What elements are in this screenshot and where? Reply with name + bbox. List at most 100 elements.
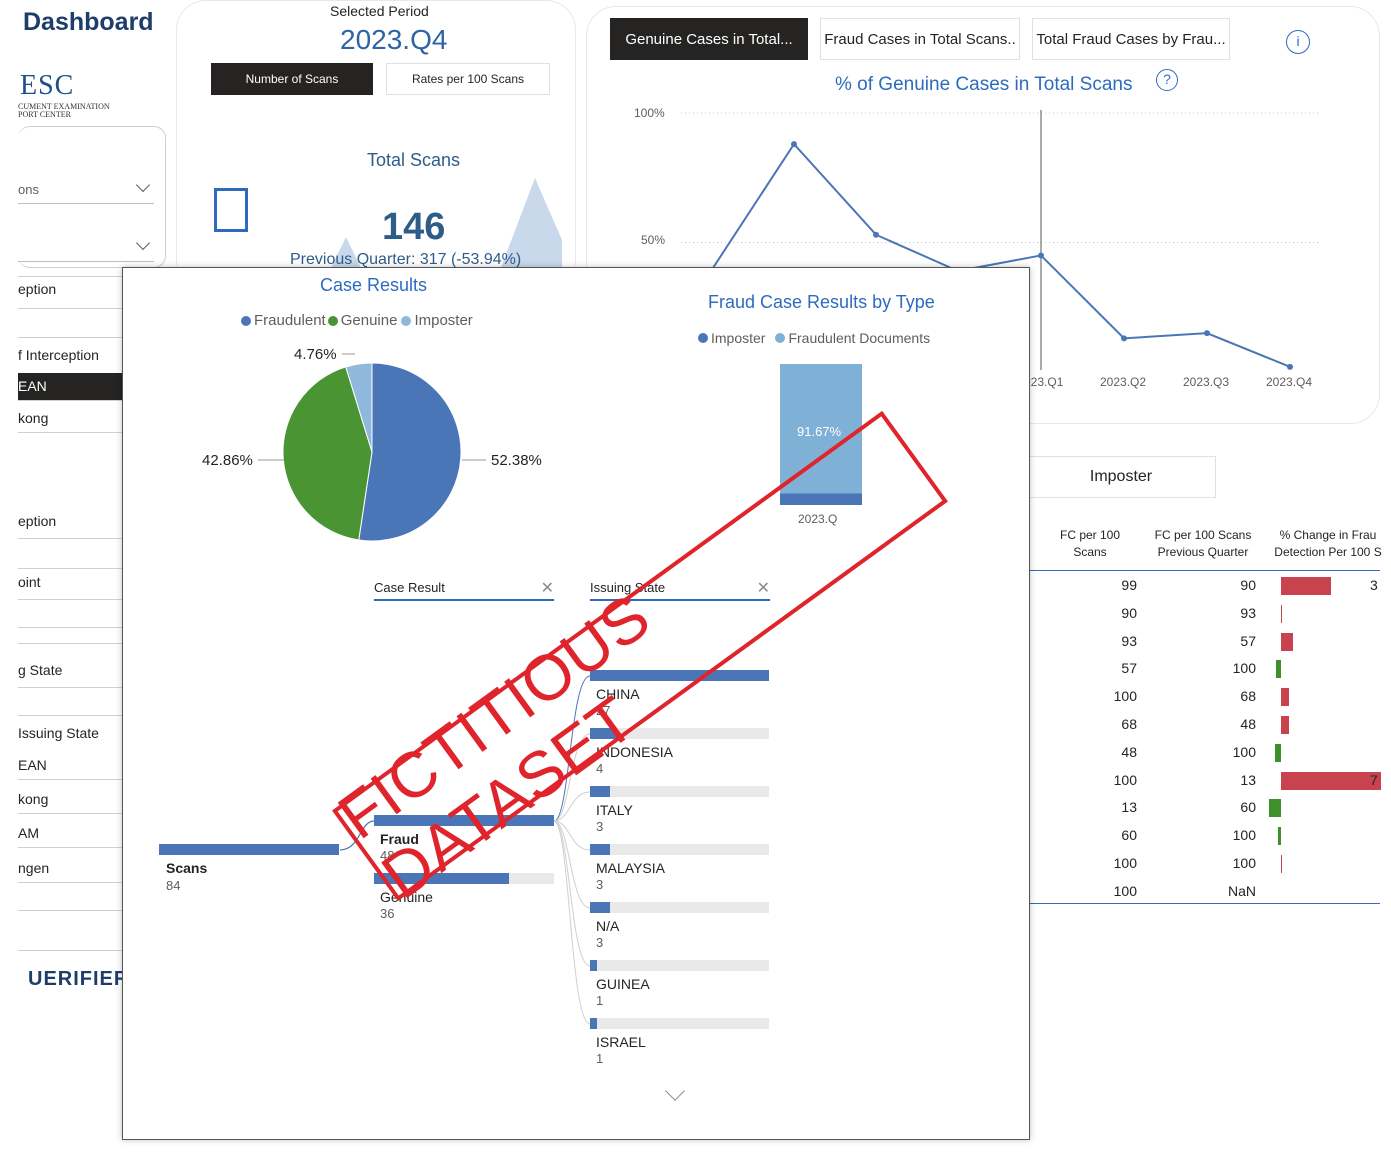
tree-l2-israel-track[interactable]	[590, 1018, 769, 1029]
cell-fc-prev-quarter: 100	[1232, 743, 1256, 760]
tree-l2-israel-count: 1	[596, 1051, 604, 1066]
cell-fc-per-100: 48	[1121, 743, 1137, 760]
document-icon	[214, 188, 248, 232]
cell-fc-per-100: 100	[1113, 771, 1137, 788]
imposter-filter-button[interactable]: Imposter	[1026, 456, 1216, 498]
cell-fc-prev-quarter: 68	[1240, 688, 1256, 705]
cell-fc-per-100: 100	[1113, 688, 1137, 705]
tab-total-fraud-cases[interactable]: Total Fraud Cases by Frau...	[1032, 18, 1230, 60]
table-footer-divider	[1026, 903, 1380, 904]
fraud-type-legend: Imposter Fraudulent Documents	[698, 330, 930, 346]
x-tick-q2: 2023.Q2	[1100, 375, 1147, 389]
tree-root-bar[interactable]	[159, 844, 339, 855]
sidebar-label-point: oint	[18, 574, 41, 590]
verifier-logo: UERIFIER	[28, 968, 130, 990]
cell-fc-per-100: 93	[1121, 632, 1137, 649]
legend-imposter[interactable]: Imposter	[414, 312, 472, 329]
tree-l2-italy-count: 3	[596, 819, 604, 834]
line-point	[1204, 330, 1210, 337]
period-value: 2023.Q4	[340, 24, 448, 55]
info-icon[interactable]: i	[1286, 30, 1310, 54]
cell-fc-prev-quarter: 57	[1240, 632, 1256, 649]
change-bar	[1277, 827, 1281, 846]
line-point	[791, 141, 797, 148]
tree-l2-malaysia-bar	[590, 844, 610, 855]
case-results-pie: 52.38% 42.86% 4.76%	[202, 346, 542, 542]
cell-fc-prev-quarter: 93	[1240, 604, 1256, 621]
header-fc-prev-quarter: FC per 100 Scans Previous Quarter	[1154, 528, 1252, 559]
legend-imposter-type[interactable]: Imposter	[711, 330, 765, 346]
cell-fc-prev-quarter: 100	[1232, 827, 1256, 844]
pie-data-label: 42.86%	[202, 452, 253, 469]
tree-l2-na-count: 3	[596, 935, 604, 950]
tree-root-count: 84	[166, 878, 181, 893]
filter-case-result[interactable]: Case Result ✕	[374, 580, 554, 601]
cell-fc-per-100: 90	[1121, 604, 1137, 621]
tree-connector	[553, 820, 591, 967]
tab-rates-per-100-scans[interactable]: Rates per 100 Scans	[386, 63, 550, 95]
sidebar-label-reception: eption	[18, 513, 57, 529]
cell-fc-per-100: 99	[1121, 577, 1137, 593]
fraud-type-title: Fraud Case Results by Type	[708, 292, 935, 312]
tree-l2-guinea-bar	[590, 960, 598, 971]
esc-logo: ESC	[20, 70, 75, 101]
sidebar-label-prev-issuing-state: Issuing State	[18, 725, 99, 741]
change-bar	[1281, 688, 1289, 707]
slicer-dropdown-2[interactable]	[18, 232, 154, 262]
cell-fc-prev-quarter: 100	[1232, 660, 1256, 677]
chevron-down-icon	[135, 177, 151, 193]
change-bar	[1281, 632, 1293, 651]
legend-dot-fraudulent	[241, 315, 251, 326]
pie-data-label: 52.38%	[491, 452, 542, 469]
tree-l2-guinea-track[interactable]	[590, 960, 769, 971]
cell-fc-prev-quarter: 13	[1240, 771, 1256, 788]
total-scans-value: 146	[382, 206, 446, 248]
tab-genuine-cases[interactable]: Genuine Cases in Total...	[610, 18, 808, 60]
tab-fraud-cases[interactable]: Fraud Cases in Total Scans..	[820, 18, 1020, 60]
help-icon[interactable]: ?	[1156, 69, 1178, 91]
change-bar	[1269, 799, 1281, 818]
cell-fc-per-100: 57	[1121, 660, 1137, 677]
line-point	[1038, 252, 1044, 259]
case-results-title: Case Results	[320, 275, 428, 295]
legend-dot-imposter	[401, 315, 412, 326]
legend-fraudulent-documents[interactable]: Fraudulent Documents	[788, 330, 930, 346]
tree-l2-israel-label[interactable]: ISRAEL	[596, 1034, 646, 1050]
tree-l2-guinea-count: 1	[596, 993, 604, 1008]
tab-number-of-scans[interactable]: Number of Scans	[211, 63, 373, 95]
slicer-dropdown-1[interactable]: ons	[18, 174, 154, 204]
legend-fraudulent[interactable]: Fraudulent	[254, 312, 326, 329]
period-label: Selected Period	[330, 3, 429, 19]
tree-l2-italy-label[interactable]: ITALY	[596, 802, 633, 818]
cell-fc-prev-quarter: 100	[1232, 855, 1256, 871]
esc-logo-subtitle: CUMENT EXAMINATION PORT CENTER	[18, 102, 110, 119]
cell-fc-prev-quarter: NaN	[1227, 882, 1256, 899]
x-tick-q4: 2023.Q4	[1266, 375, 1313, 389]
cell-pct-change: 3	[1370, 577, 1378, 593]
line-point	[1287, 363, 1293, 370]
legend-genuine[interactable]: Genuine	[341, 312, 398, 329]
table-card	[1010, 434, 1380, 994]
change-bar	[1281, 716, 1289, 734]
change-bar	[1281, 855, 1282, 873]
tree-l2-italy-track[interactable]	[590, 786, 769, 797]
pie-data-label: 4.76%	[294, 346, 337, 363]
change-bar	[1276, 660, 1281, 679]
trend-chart-title: % of Genuine Cases in Total Scans	[835, 74, 1133, 95]
cell-fc-prev-quarter: 90	[1240, 577, 1256, 593]
tree-l2-malaysia-label[interactable]: MALAYSIA	[596, 860, 665, 876]
tree-root-label: Scans	[166, 860, 208, 876]
table-header-divider	[1026, 570, 1380, 571]
tree-l2-na-track[interactable]	[590, 902, 769, 913]
tree-l2-na-bar	[590, 902, 610, 913]
tree-l2-na-label[interactable]: N/A	[596, 918, 619, 934]
tree-l2-italy-bar	[590, 786, 610, 797]
tree-l1-genuine-count: 36	[380, 906, 395, 921]
cell-fc-per-100: 100	[1113, 882, 1137, 899]
change-bar	[1281, 771, 1381, 790]
cell-pct-change: 7	[1370, 771, 1378, 788]
tree-l2-malaysia-count: 3	[596, 877, 604, 892]
tree-l2-guinea-label[interactable]: GUINEA	[596, 976, 650, 992]
tree-l2-malaysia-track[interactable]	[590, 844, 769, 855]
close-icon[interactable]: ✕	[541, 578, 554, 598]
